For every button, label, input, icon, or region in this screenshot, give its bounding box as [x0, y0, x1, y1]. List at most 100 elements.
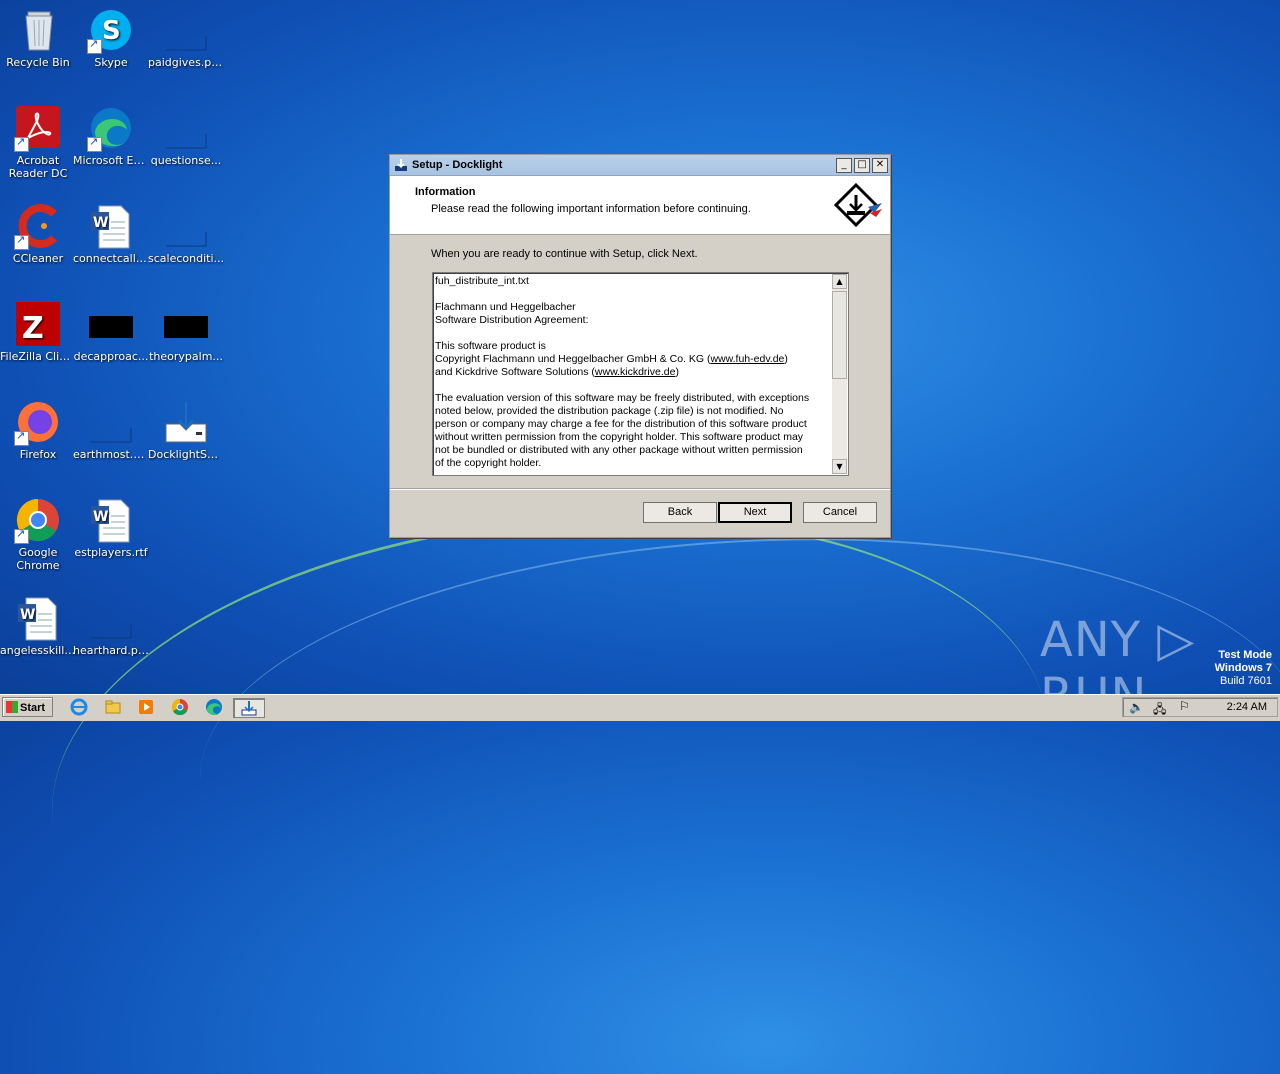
desktop-icon-label: Microsoft Edge [73, 154, 149, 167]
edge-icon [87, 104, 135, 152]
image-thumbnail-icon [87, 300, 135, 348]
desktop-icon-scaleconditi[interactable]: scaleconditi... [148, 202, 224, 265]
desktop-icon-docklightsetup[interactable]: DocklightSet... [148, 398, 224, 461]
svg-text:S: S [102, 16, 121, 46]
desktop-icon-questionse[interactable]: questionse... [148, 104, 224, 167]
desktop-icon-chrome[interactable]: Google Chrome [0, 496, 76, 572]
os-watermark: Test Mode Windows 7 Build 7601 [1215, 649, 1272, 688]
svg-text:Z: Z [22, 311, 44, 346]
desktop-icon-label: Acrobat Reader DC [8, 154, 68, 180]
memo-line: fuh_distribute_int.txt [435, 275, 529, 287]
desktop-icon-paidgives[interactable]: paidgives.png [148, 6, 224, 69]
desktop-icon-label: FileZilla Client [0, 350, 76, 363]
volume-icon[interactable]: 🔈 [1129, 700, 1144, 714]
filezilla-icon: Z [14, 300, 62, 348]
desktop-icon-label: Google Chrome [16, 546, 60, 572]
image-file-icon [87, 594, 135, 642]
desktop-icon-recycle-bin[interactable]: Recycle Bin [0, 6, 76, 69]
setup-app-icon [394, 158, 408, 172]
svg-text:W: W [20, 607, 35, 623]
scroll-down-icon[interactable]: ▼ [832, 459, 847, 474]
windows-flag-icon [6, 701, 18, 713]
close-button[interactable]: ✕ [872, 157, 888, 173]
desktop-icon-earthmost[interactable]: earthmost.png [73, 398, 149, 461]
docklight-logo-icon [833, 182, 884, 229]
dialog-titlebar[interactable]: Setup - Docklight _ □ ✕ [390, 155, 890, 176]
memo-line: noted below, provided the distribution p… [435, 405, 784, 417]
build-label: Build 7601 [1220, 675, 1272, 687]
clock[interactable]: 2:24 AM [1227, 701, 1267, 713]
image-file-icon [162, 6, 210, 54]
shortcut-arrow-icon [14, 233, 29, 250]
file-explorer-icon[interactable] [103, 698, 123, 716]
desktop-icon-label: DocklightSet... [148, 448, 224, 461]
desktop-icon-hearthard[interactable]: hearthard.png [73, 594, 149, 657]
desktop-icon-theorypalm[interactable]: theorypalm... [148, 300, 224, 363]
windows-version-label: Windows 7 [1214, 662, 1272, 674]
desktop-icon-connectcall[interactable]: W connectcall.rtf [73, 202, 149, 265]
scrollbar-thumb[interactable] [832, 291, 847, 379]
maximize-button[interactable]: □ [854, 157, 870, 173]
memo-line: not be bundled or distributed with any o… [435, 444, 803, 456]
fuh-edv-link[interactable]: www.fuh-edv.de [710, 353, 784, 365]
desktop-icon-decapproac[interactable]: decapproac... [73, 300, 149, 363]
memo-scrollbar[interactable]: ▲ ▼ [832, 274, 847, 474]
taskbar: Start 🔈 🖧 ⚐ 2:24 AM [0, 694, 1280, 721]
continue-prompt: When you are ready to continue with Setu… [431, 248, 698, 260]
start-button[interactable]: Start [2, 697, 53, 717]
shortcut-arrow-icon [87, 135, 102, 152]
internet-explorer-icon[interactable] [69, 698, 89, 716]
next-button[interactable]: Next [718, 502, 792, 523]
memo-line: person or company may charge a fee for t… [435, 418, 807, 430]
desktop-icon-label: paidgives.png [148, 56, 224, 69]
docklight-setup-taskbar-item[interactable] [233, 698, 265, 718]
desktop-icon-label: Recycle Bin [6, 56, 70, 69]
wallpaper-swoosh-2 [189, 511, 1280, 991]
memo-line: Flachmann und Heggelbacher [435, 301, 576, 313]
svg-text:W: W [93, 509, 108, 525]
chrome-icon [14, 496, 62, 544]
desktop-icon-ccleaner[interactable]: CCleaner [0, 202, 76, 265]
recycle-bin-icon [14, 6, 62, 54]
memo-line: Copyright Flachmann und Heggelbacher Gmb… [435, 353, 788, 365]
media-player-icon[interactable] [136, 698, 156, 716]
acrobat-icon [14, 104, 62, 152]
desktop-icon-filezilla[interactable]: Z FileZilla Client [0, 300, 76, 363]
chrome-taskbar-icon[interactable] [170, 698, 190, 716]
test-mode-label: Test Mode [1218, 649, 1272, 661]
desktop-icon-label: CCleaner [12, 252, 64, 265]
desktop-icon-label: scaleconditi... [148, 252, 224, 265]
desktop-icon-angelesskills[interactable]: W angelesskills... [0, 594, 76, 657]
network-icon[interactable]: 🖧 [1153, 700, 1166, 721]
page-subtitle: Please read the following important info… [431, 203, 751, 215]
desktop-icon-firefox[interactable]: Firefox [0, 398, 76, 461]
wallpaper-swoosh [26, 469, 1074, 1074]
desktop-icon-acrobat[interactable]: Acrobat Reader DC [0, 104, 76, 180]
back-button[interactable]: Back [643, 502, 717, 523]
desktop-icon-edge[interactable]: Microsoft Edge [73, 104, 149, 167]
desktop-icon-skype[interactable]: S Skype [73, 6, 149, 69]
scroll-up-icon[interactable]: ▲ [832, 274, 847, 289]
kickdrive-link[interactable]: www.kickdrive.de [595, 366, 676, 378]
desktop-icon-label: angelesskills... [0, 644, 76, 657]
image-file-icon [87, 398, 135, 446]
shortcut-arrow-icon [14, 527, 29, 544]
memo-line: The evaluation version of this software … [435, 392, 810, 404]
memo-line: This software product is [435, 340, 546, 352]
page-title: Information [415, 186, 476, 198]
ccleaner-icon [14, 202, 62, 250]
edge-taskbar-icon[interactable] [204, 698, 224, 716]
cancel-button[interactable]: Cancel [803, 502, 877, 523]
image-file-icon [162, 202, 210, 250]
desktop-icon-label: earthmost.png [73, 448, 149, 461]
word-document-icon: W [87, 496, 135, 544]
setup-dialog: Setup - Docklight _ □ ✕ Information Plea… [389, 154, 891, 538]
minimize-button[interactable]: _ [836, 157, 852, 173]
memo-line: of the copyright holder. [435, 457, 542, 469]
installer-download-icon [162, 398, 210, 446]
information-memo[interactable]: fuh_distribute_int.txt Flachmann und Heg… [432, 272, 849, 476]
action-center-flag-icon[interactable]: ⚐ [1179, 699, 1190, 713]
skype-icon: S [87, 6, 135, 54]
desktop-icon-label: questionse... [150, 154, 222, 167]
desktop-icon-estplayers[interactable]: W estplayers.rtf [73, 496, 149, 559]
